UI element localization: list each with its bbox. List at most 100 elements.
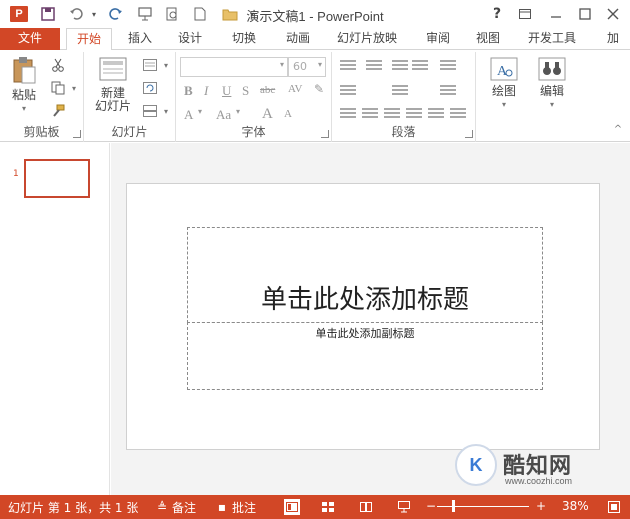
fit-slide-icon[interactable] [606, 499, 622, 515]
customize-toolbar-icon[interactable]: ▾ [242, 4, 262, 24]
save-icon[interactable] [38, 4, 58, 24]
zoom-percent[interactable]: 38% [562, 499, 589, 513]
maximize-icon[interactable] [572, 3, 598, 25]
print-preview-icon[interactable] [162, 4, 182, 24]
font-name-combo[interactable]: ▾ [180, 57, 288, 77]
increase-font-size-icon[interactable]: A [262, 106, 273, 123]
redo-icon[interactable] [106, 4, 126, 24]
copy-icon[interactable] [50, 81, 66, 95]
ribbon-display-options-icon[interactable] [512, 3, 538, 25]
new-slide-button[interactable]: 新建 幻灯片 [88, 56, 138, 113]
reading-view-icon[interactable] [358, 499, 374, 515]
normal-view-icon[interactable] [284, 499, 300, 515]
section-icon[interactable] [142, 104, 158, 118]
close-icon[interactable] [600, 3, 626, 25]
zoom-in-button[interactable]: + [536, 499, 546, 513]
editing-label: 编辑 [539, 84, 564, 98]
reset-icon[interactable] [142, 81, 158, 95]
notes-icon[interactable]: ≜ [154, 499, 170, 515]
format-painter-icon[interactable] [50, 104, 66, 118]
subtitle-placeholder[interactable]: 单击此处添加副标题 [187, 322, 543, 390]
font-size-combo[interactable]: 60 ▾ [288, 57, 326, 77]
layout-icon[interactable] [142, 58, 158, 72]
watermark-logo: K [455, 444, 497, 486]
layout-dropdown-icon[interactable]: ▾ [158, 58, 174, 72]
minimize-icon[interactable] [543, 3, 569, 25]
tab-animations[interactable]: 动画 [278, 28, 318, 50]
help-button[interactable]: ? [484, 3, 510, 25]
change-case-dropdown-icon[interactable]: ▾ [236, 107, 240, 116]
zoom-slider[interactable] [437, 506, 529, 507]
title-placeholder-text: 单击此处添加标题 [260, 285, 469, 315]
presenter-icon[interactable] [135, 4, 155, 24]
align-left-icon[interactable] [340, 108, 356, 122]
tab-addins[interactable]: 加 [600, 28, 626, 50]
title-placeholder[interactable]: 单击此处添加标题 [187, 227, 543, 323]
subtitle-placeholder-text: 单击此处添加副标题 [315, 327, 415, 340]
bold-icon[interactable]: B [184, 83, 193, 99]
slide-thumbnail[interactable] [24, 159, 90, 198]
shapes-icon: A [490, 57, 518, 81]
italic-icon[interactable]: I [204, 83, 208, 99]
tab-insert[interactable]: 插入 [120, 28, 160, 50]
open-folder-icon[interactable] [220, 4, 240, 24]
undo-dropdown-icon[interactable]: ▾ [84, 4, 104, 24]
tab-developer[interactable]: 开发工具 [524, 28, 580, 50]
numbering-icon[interactable] [366, 60, 382, 74]
tab-slideshow[interactable]: 幻灯片放映 [334, 28, 400, 50]
columns-icon[interactable] [440, 60, 456, 74]
tab-transitions[interactable]: 切换 [224, 28, 264, 50]
strikethrough-icon[interactable]: abc [260, 84, 275, 96]
character-spacing-icon[interactable]: AV [288, 83, 302, 95]
paragraph-group-label: 段落 [391, 125, 416, 139]
cut-icon[interactable] [50, 58, 66, 72]
undo-icon[interactable] [66, 4, 86, 24]
slideshow-view-icon[interactable] [396, 499, 412, 515]
zoom-slider-thumb[interactable] [452, 500, 455, 512]
slide-info: 幻灯片 第 1 张，共 1 张 [8, 501, 139, 515]
font-size-value: 60 [293, 60, 307, 73]
increase-indent-icon[interactable] [412, 60, 428, 74]
clipboard-launcher-icon[interactable] [73, 130, 81, 138]
zoom-out-button[interactable]: − [426, 499, 436, 513]
paste-button[interactable]: 粘贴 ▾ [6, 56, 42, 115]
comments-button[interactable]: 批注 [232, 499, 256, 516]
paragraph-launcher-icon[interactable] [465, 130, 473, 138]
distributed-icon[interactable] [428, 108, 444, 122]
tab-view[interactable]: 视图 [468, 28, 508, 50]
tab-review[interactable]: 审阅 [418, 28, 458, 50]
copy-dropdown-icon[interactable]: ▾ [66, 81, 82, 95]
section-dropdown-icon[interactable]: ▾ [158, 104, 174, 118]
slide-sorter-view-icon[interactable] [320, 499, 336, 515]
bullets-icon[interactable] [340, 60, 356, 74]
collapse-ribbon-icon[interactable]: ^ [610, 122, 626, 136]
comments-icon[interactable]: ▪ [214, 499, 230, 515]
font-color-dropdown-icon[interactable]: ▾ [198, 107, 202, 116]
font-launcher-icon[interactable] [321, 130, 329, 138]
shadow-icon[interactable]: S [242, 83, 249, 99]
smartart-icon[interactable] [440, 85, 456, 99]
clear-formatting-icon[interactable]: ✎ [314, 82, 324, 97]
align-center-icon[interactable] [362, 108, 378, 122]
underline-icon[interactable]: U [222, 83, 231, 99]
decrease-indent-icon[interactable] [392, 60, 408, 74]
decrease-font-size-icon[interactable]: A [284, 108, 292, 120]
font-color-icon[interactable]: A [184, 107, 193, 123]
powerpoint-app-icon[interactable]: P [10, 6, 28, 22]
slide-canvas[interactable]: 单击此处添加标题 单击此处添加副标题 [126, 183, 600, 450]
text-direction-icon[interactable] [340, 85, 356, 99]
drawing-group: A 绘图 ▾ [476, 52, 530, 142]
align-text-icon[interactable] [392, 85, 408, 99]
justify-icon[interactable] [406, 108, 422, 122]
editing-button[interactable]: 编辑 ▾ [532, 56, 572, 111]
new-slide-icon [99, 57, 127, 81]
change-case-icon[interactable]: Aa [216, 107, 231, 123]
tab-file[interactable]: 文件 [0, 28, 60, 50]
tab-design[interactable]: 设计 [170, 28, 210, 50]
line-spacing-icon[interactable] [450, 108, 466, 122]
tab-home[interactable]: 开始 [66, 28, 112, 51]
drawing-button[interactable]: A 绘图 ▾ [484, 56, 524, 111]
notes-button[interactable]: 备注 [172, 499, 196, 516]
new-document-icon[interactable] [190, 4, 210, 24]
align-right-icon[interactable] [384, 108, 400, 122]
